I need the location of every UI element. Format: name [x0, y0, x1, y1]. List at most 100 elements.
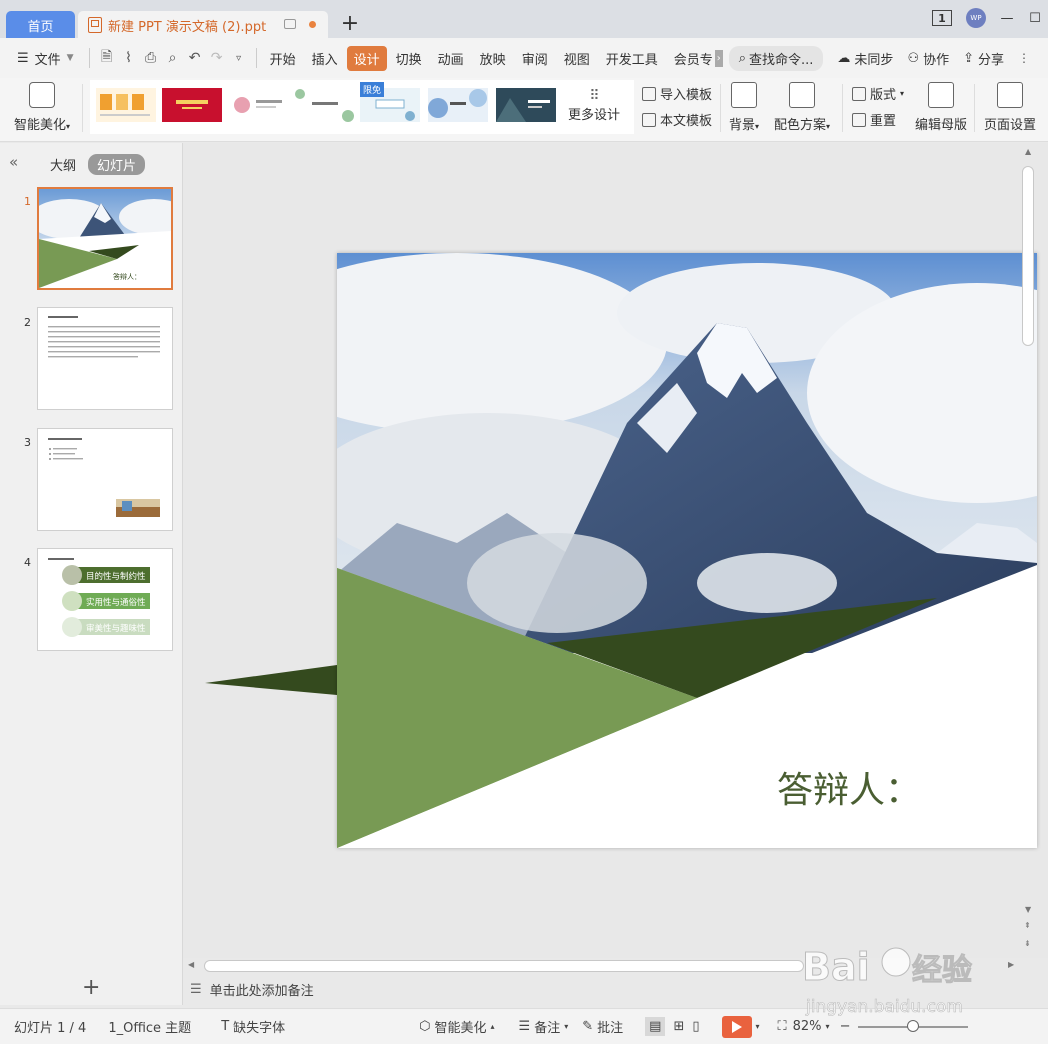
import-template-button[interactable]: 导入模板 [642, 84, 712, 103]
template-thumb[interactable] [228, 88, 288, 122]
zoom-out-button[interactable]: − [840, 1019, 851, 1034]
slide-number: 1 [24, 195, 31, 208]
tab-start[interactable]: 开始 [263, 46, 303, 71]
this-template-button[interactable]: 本文模板 [642, 110, 712, 129]
tab-developer[interactable]: 开发工具 [599, 46, 665, 71]
maximize-button[interactable]: ☐ [1028, 11, 1042, 26]
theme-name[interactable]: 1_Office 主题 [108, 1017, 191, 1036]
layout-button[interactable]: 版式 ▾ [852, 84, 904, 103]
redo-icon[interactable]: ↷ [206, 50, 228, 66]
import-icon [642, 86, 656, 101]
save-icon[interactable]: 🗎 [96, 46, 118, 70]
template-thumb[interactable] [428, 88, 488, 122]
comments-label: 批注 [597, 1021, 624, 1036]
scroll-right-icon[interactable]: ▶ [1008, 960, 1014, 969]
collab-button[interactable]: ⚇ 协作 [907, 49, 949, 68]
missing-font-button[interactable]: T 缺失字体 [221, 1017, 285, 1036]
tab-insert[interactable]: 插入 [305, 46, 345, 71]
slide-number: 3 [24, 436, 31, 449]
slide-thumbnail[interactable] [37, 428, 173, 531]
horizontal-scroll-thumb[interactable] [204, 960, 804, 972]
ppt-file-icon [88, 17, 102, 33]
tab-outline[interactable]: 大纲 [50, 155, 76, 174]
reset-button[interactable]: 重置 [852, 110, 896, 129]
tab-slideshow[interactable]: 放映 [473, 46, 513, 71]
slide-1-preview: 答辩人： [39, 189, 171, 288]
tab-review[interactable]: 审阅 [515, 46, 555, 71]
slide-thumbnail[interactable]: 答辩人： [37, 187, 173, 290]
background-button[interactable]: 背景▾ [729, 82, 759, 133]
smart-beautify-status-button[interactable]: ⬡ 智能美化 ▴ [419, 1017, 494, 1036]
slide-panel: « 大纲 幻灯片 1 答辩人： 2 3 4 目的性与制约性 实用性与通俗性 审美… [0, 143, 183, 1005]
color-scheme-button[interactable]: 配色方案▾ [774, 82, 830, 133]
font-icon: T [221, 1019, 230, 1034]
prev-slide-icon[interactable]: ⇞ [1024, 921, 1031, 930]
zoom-level[interactable]: 82% ▾ [793, 1019, 830, 1034]
tab-design[interactable]: 设计 [346, 45, 387, 71]
sync-button[interactable]: ☁ 未同步 [837, 49, 893, 68]
slide-3-preview [48, 438, 160, 517]
tab-home[interactable]: 首页 [6, 11, 75, 39]
notes-icon: ☰ [190, 981, 202, 997]
tab-member[interactable]: 会员专 [667, 46, 713, 71]
print-icon[interactable]: ⎙ [140, 50, 162, 66]
minimize-button[interactable]: — [1000, 11, 1014, 26]
fit-window-icon[interactable]: ⛶ [778, 1019, 787, 1034]
background-icon [731, 82, 758, 108]
format-painter-icon[interactable]: ⌇ [118, 50, 140, 66]
scroll-up-icon[interactable]: ▲ [1025, 147, 1031, 156]
file-menu[interactable]: ☰ 文件 ▼ [10, 46, 81, 71]
share-button[interactable]: ⇪ 分享 [963, 49, 1004, 68]
search-command[interactable]: ⌕ 查找命令... [728, 45, 824, 71]
play-slideshow-button[interactable]: ▾ [721, 1015, 760, 1038]
template-thumb[interactable] [294, 88, 354, 122]
template-thumb[interactable] [162, 88, 222, 122]
editing-canvas[interactable]: 答辩人： [183, 143, 1048, 958]
normal-view-icon[interactable]: ▤ [645, 1017, 666, 1036]
chevron-right-icon[interactable]: › [714, 49, 723, 67]
add-slide-button[interactable]: + [82, 975, 100, 1000]
respondent-label[interactable]: 答辩人： [777, 761, 921, 813]
edit-master-button[interactable]: 编辑母版 [915, 82, 967, 133]
more-designs-button[interactable]: ⠿ 更多设计 [568, 88, 620, 123]
more-icon[interactable]: ⋮ [1018, 51, 1030, 65]
play-icon [721, 1015, 752, 1038]
template-thumb[interactable] [96, 88, 156, 122]
zoom-slider[interactable] [858, 1019, 969, 1032]
unsaved-dot-icon [309, 21, 316, 28]
tab-view[interactable]: 视图 [557, 46, 597, 71]
avatar[interactable]: WP [966, 8, 986, 28]
new-tab-button[interactable]: + [340, 12, 360, 36]
tab-document[interactable]: 新建 PPT 演示文稿 (2).ppt [78, 11, 328, 39]
comments-button[interactable]: ✎ 批注 [582, 1017, 623, 1036]
customize-chevron-icon[interactable]: ▿ [228, 53, 250, 64]
print-preview-icon[interactable]: ⌕ [162, 50, 184, 66]
hamburger-icon: ☰ [17, 50, 29, 66]
smart-beautify-status-label: 智能美化 [434, 1021, 487, 1036]
collapse-panel-icon[interactable]: « [9, 153, 18, 171]
slide-thumbnail[interactable] [37, 307, 173, 410]
page-setup-button[interactable]: 页面设置 [984, 82, 1036, 133]
tab-animation[interactable]: 动画 [431, 46, 471, 71]
slide-2-preview [48, 316, 160, 358]
notes-toggle-button[interactable]: ☰ 备注 ▾ [519, 1017, 569, 1036]
slide-thumbnail[interactable]: 目的性与制约性 实用性与通俗性 审美性与趣味性 [37, 548, 173, 651]
scroll-down-icon[interactable]: ▼ [1025, 905, 1031, 914]
template-thumb[interactable] [496, 88, 556, 122]
scroll-left-icon[interactable]: ◀ [188, 960, 194, 969]
vertical-scroll-thumb[interactable] [1022, 166, 1034, 346]
layout-label: 版式 [870, 88, 897, 103]
tab-slides[interactable]: 幻灯片 [88, 154, 146, 175]
monitor-icon [284, 19, 296, 29]
sync-label: 未同步 [854, 52, 894, 68]
smart-beautify-button[interactable]: 智能美化▾ [14, 82, 70, 133]
tab-transition[interactable]: 切换 [389, 46, 429, 71]
current-slide[interactable]: 答辩人： [337, 253, 1037, 848]
zoom-slider-knob[interactable] [907, 1019, 920, 1032]
reading-view-icon[interactable]: ▯ [692, 1019, 699, 1034]
notes-area[interactable]: ☰ 单击此处添加备注 [186, 976, 314, 1002]
next-slide-icon[interactable]: ⇟ [1024, 939, 1031, 948]
window-count-badge[interactable]: 1 [932, 10, 952, 26]
slide-sorter-icon[interactable]: ⊞ [673, 1019, 684, 1034]
undo-icon[interactable]: ↶ [184, 50, 206, 66]
